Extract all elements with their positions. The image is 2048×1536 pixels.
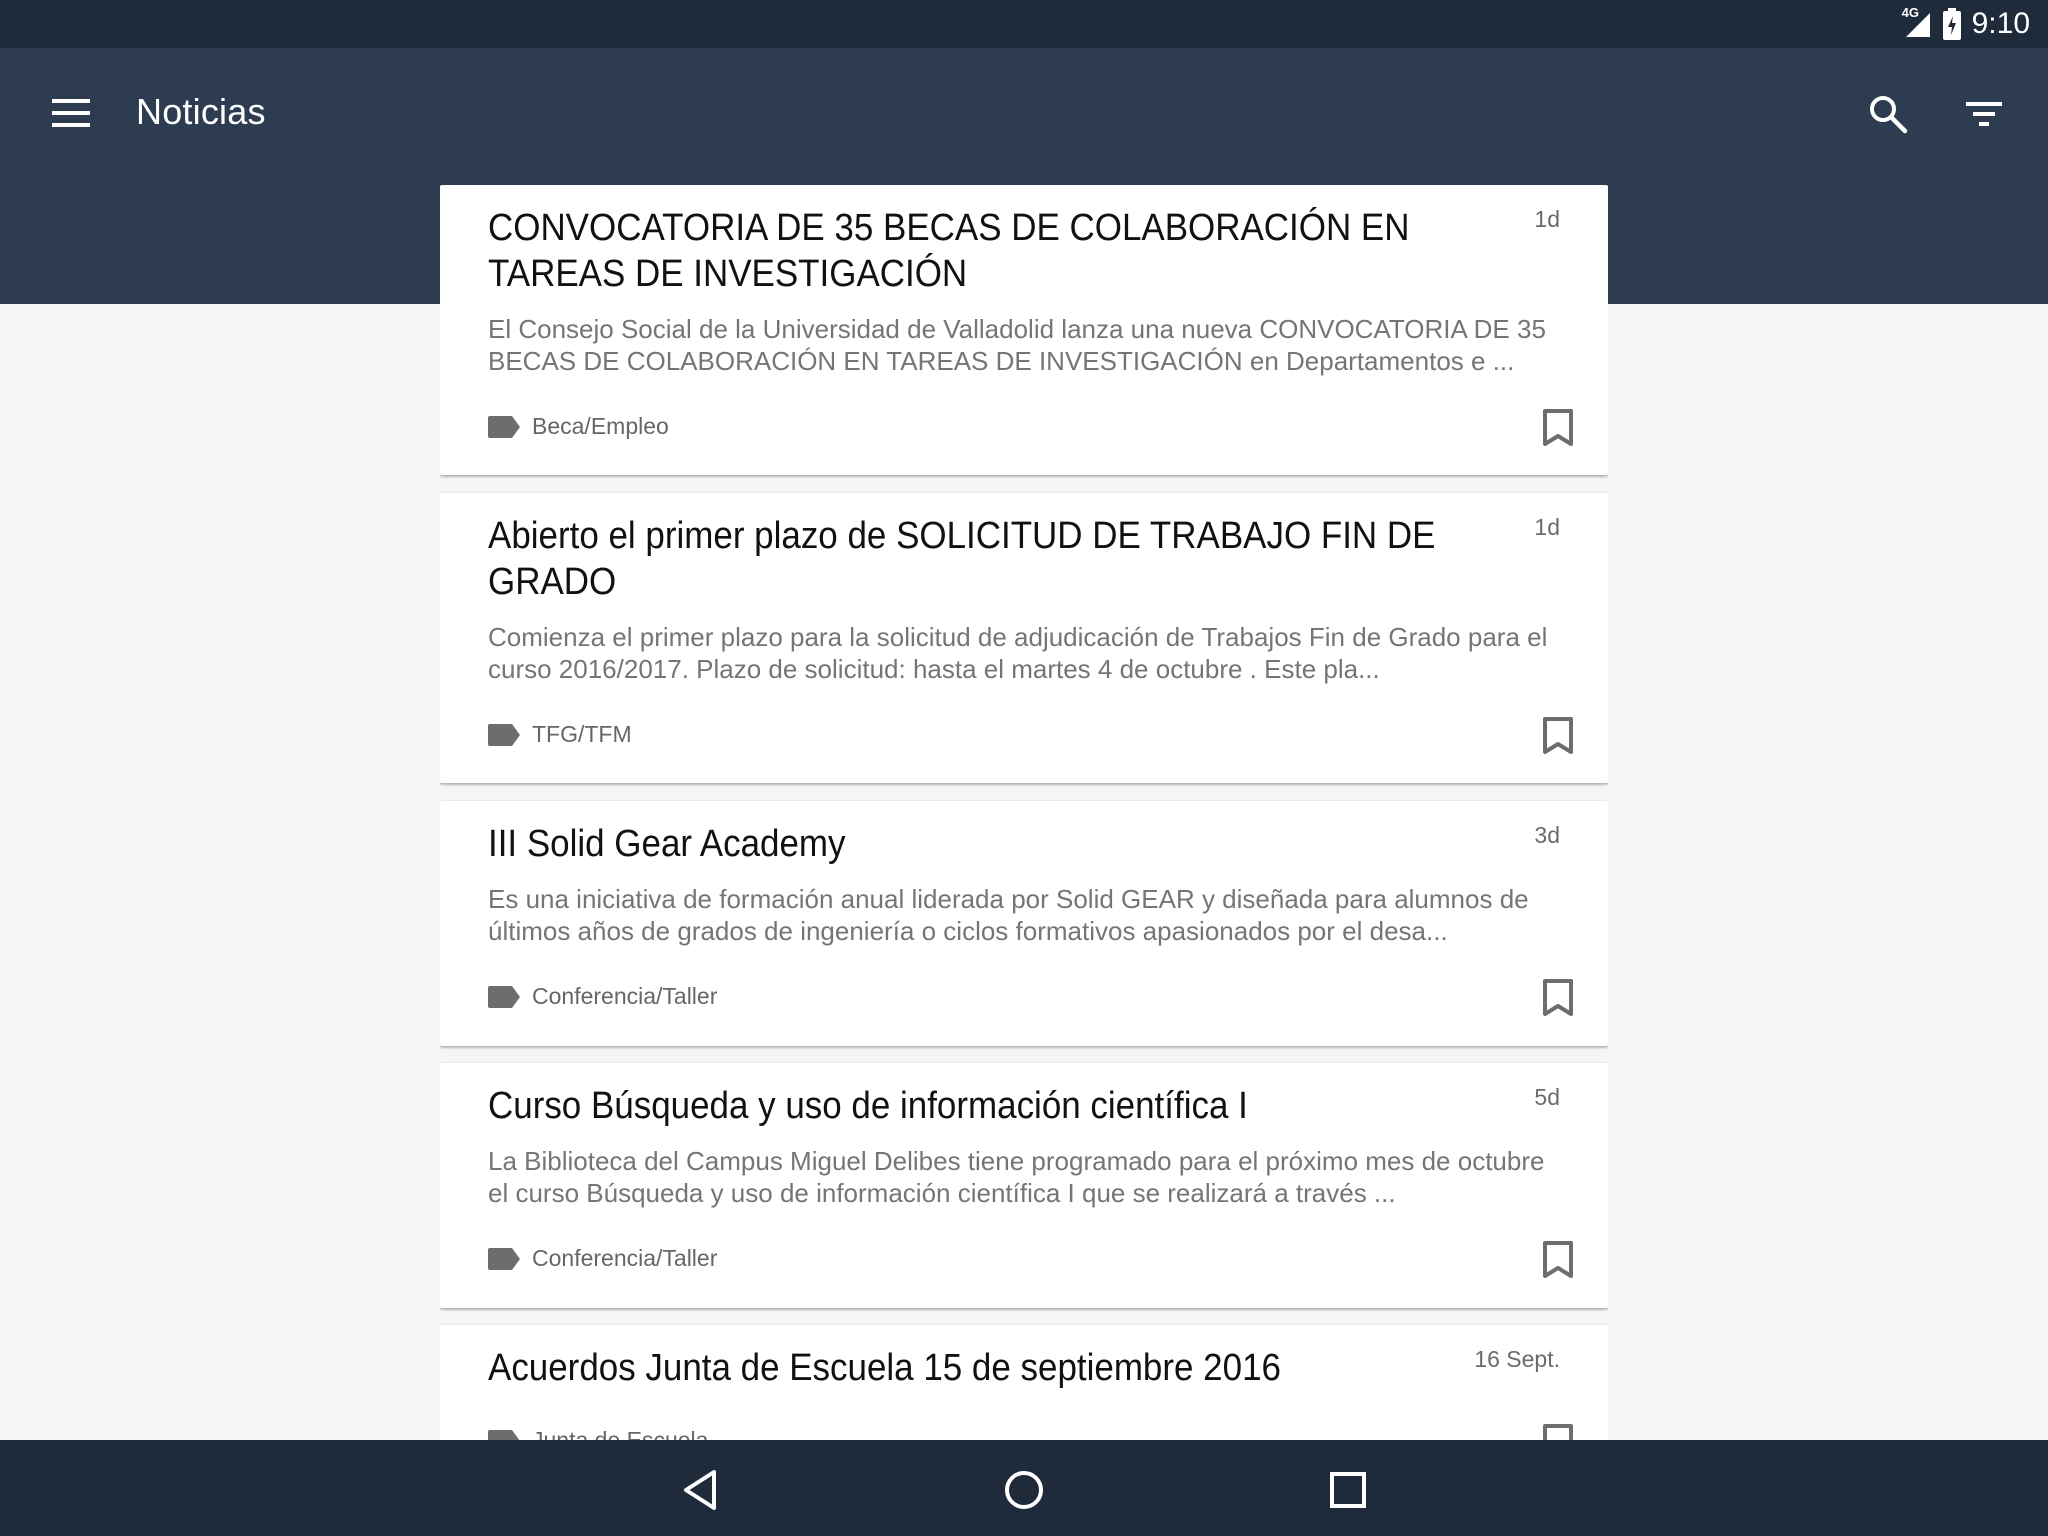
- label-icon: [488, 1247, 520, 1270]
- news-category: Beca/Empleo: [488, 413, 669, 440]
- news-description: El Consejo Social de la Universidad de V…: [488, 314, 1546, 376]
- menu-button[interactable]: [40, 88, 104, 138]
- news-category-label: TFG/TFM: [532, 721, 632, 747]
- news-title: CONVOCATORIA DE 35 BECAS DE COLABORACIÓN…: [488, 207, 1410, 295]
- news-card[interactable]: Acuerdos Junta de Escuela 15 de septiemb…: [440, 1325, 1608, 1440]
- search-button[interactable]: [1858, 84, 1918, 144]
- news-title: Acuerdos Junta de Escuela 15 de septiemb…: [488, 1347, 1281, 1389]
- news-category-label: Conferencia/Taller: [532, 983, 718, 1009]
- status-bar: 4G 9:10: [0, 0, 2048, 48]
- news-date: 5d: [1534, 1084, 1560, 1110]
- bookmark-button[interactable]: [1538, 1420, 1578, 1440]
- news-category: TFG/TFM: [488, 721, 632, 748]
- news-card[interactable]: CONVOCATORIA DE 35 BECAS DE COLABORACIÓN…: [440, 185, 1608, 475]
- label-icon: [488, 723, 520, 746]
- news-category: Junta de Escuela: [488, 1427, 708, 1440]
- news-category-label: Conferencia/Taller: [532, 1245, 718, 1271]
- news-date: 1d: [1534, 514, 1560, 540]
- news-feed[interactable]: CONVOCATORIA DE 35 BECAS DE COLABORACIÓN…: [440, 185, 1608, 1440]
- news-category: Conferencia/Taller: [488, 1245, 717, 1272]
- recents-button[interactable]: [1316, 1458, 1380, 1522]
- battery-icon: [1942, 8, 1962, 40]
- news-card[interactable]: Abierto el primer plazo de SOLICITUD DE …: [440, 493, 1608, 783]
- search-icon: [1870, 96, 1908, 134]
- filter-icon: [1966, 102, 2002, 126]
- back-icon: [684, 1470, 716, 1510]
- news-description: Comienza el primer plazo para la solicit…: [488, 622, 1548, 684]
- network-type: 4G: [1901, 5, 1919, 20]
- news-title: III Solid Gear Academy: [488, 823, 846, 865]
- bookmark-button[interactable]: [1538, 405, 1578, 451]
- menu-icon: [52, 99, 90, 127]
- news-card[interactable]: III Solid Gear Academy 3d Es una iniciat…: [440, 801, 1608, 1046]
- news-description: Es una iniciativa de formación anual lid…: [488, 884, 1529, 946]
- label-icon: [488, 1429, 520, 1440]
- bookmark-button[interactable]: [1538, 975, 1578, 1021]
- bookmark-button[interactable]: [1538, 713, 1578, 759]
- label-icon: [488, 985, 520, 1008]
- bookmark-outline-icon: [1543, 409, 1573, 446]
- recents-icon: [1330, 1472, 1366, 1508]
- back-button[interactable]: [668, 1458, 732, 1522]
- bookmark-button[interactable]: [1538, 1237, 1578, 1283]
- news-card[interactable]: Curso Búsqueda y uso de información cien…: [440, 1063, 1608, 1308]
- bookmark-outline-icon: [1543, 1424, 1573, 1440]
- clock: 9:10: [1971, 7, 2030, 40]
- bookmark-outline-icon: [1543, 1241, 1573, 1278]
- news-date: 1d: [1534, 206, 1560, 232]
- news-date: 16 Sept.: [1474, 1346, 1560, 1372]
- news-title: Curso Búsqueda y uso de información cien…: [488, 1085, 1248, 1127]
- bookmark-outline-icon: [1543, 717, 1573, 754]
- home-button[interactable]: [992, 1458, 1056, 1522]
- news-description: La Biblioteca del Campus Miguel Delibes …: [488, 1146, 1545, 1208]
- status-indicators: 4G 9:10: [1902, 0, 2030, 48]
- home-icon: [1005, 1471, 1043, 1509]
- bookmark-outline-icon: [1543, 979, 1573, 1016]
- navigation-bar: [0, 1440, 2048, 1536]
- page-title: Noticias: [136, 91, 266, 132]
- news-date: 3d: [1534, 822, 1560, 848]
- news-category-label: Junta de Escuela: [532, 1427, 709, 1440]
- news-category-label: Beca/Empleo: [532, 413, 669, 439]
- filter-button[interactable]: [1954, 84, 2014, 144]
- news-title: Abierto el primer plazo de SOLICITUD DE …: [488, 515, 1436, 603]
- signal-icon: 4G: [1902, 5, 1932, 39]
- toolbar: Noticias: [0, 48, 2048, 178]
- label-icon: [488, 415, 520, 438]
- news-category: Conferencia/Taller: [488, 983, 717, 1010]
